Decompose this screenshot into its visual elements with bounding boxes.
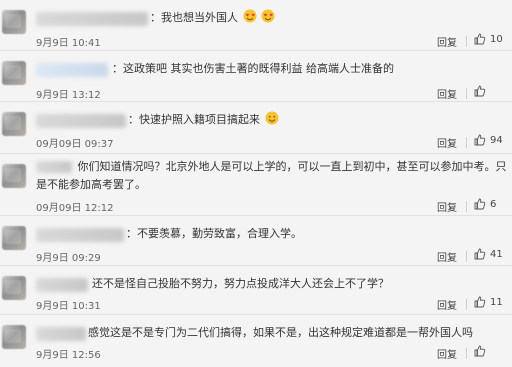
like-count: 41 (490, 248, 503, 260)
smile-emoji-icon (265, 111, 278, 125)
comment-text: 感觉这是不是专门为二代们搞得，如果不是，出这种规定难道都是一帮外国人吗 (88, 326, 473, 339)
reply-button[interactable]: 回复 (437, 297, 457, 312)
thumbs-up-icon (474, 296, 486, 308)
reply-button[interactable]: 回复 (437, 135, 457, 150)
action-separator (466, 251, 467, 262)
comment-divider (0, 265, 512, 266)
username-redacted[interactable] (36, 12, 148, 26)
comment-time: 09月09日 12:12 (36, 203, 114, 214)
comment-time: 9月9日 10:41 (36, 38, 101, 49)
comment-divider (0, 153, 512, 154)
comment-time: 09月09日 09:37 (36, 139, 114, 150)
reply-button[interactable]: 回复 (437, 34, 457, 49)
comment-text: ：我也想当外国人 (150, 9, 275, 27)
comment-text: ：这政策吧 其实也伤害土著的既得利益 给高端人士准备的 (112, 62, 394, 75)
avatar[interactable] (2, 61, 26, 85)
comment-divider (0, 215, 512, 216)
username-redacted[interactable] (36, 228, 124, 242)
comment-5: ：不要羡慕，勤劳致富，合理入学。 9月9日 09:29 回复 41 (0, 216, 512, 266)
reply-button[interactable]: 回复 (437, 346, 457, 361)
comment-content: ：我也想当外国人 (150, 11, 238, 24)
comment-1: ：我也想当外国人 9月9日 10:41 回复 10 (0, 0, 512, 50)
comment-time: 9月9日 09:29 (36, 253, 101, 264)
username-redacted[interactable] (36, 278, 88, 292)
comment-content: ：快速护照入籍项目搞起来 (128, 113, 260, 126)
action-separator (466, 201, 467, 212)
like-button[interactable] (474, 84, 512, 98)
comment-4: 你们知道情况吗？北京外地人是可以上学的，可以一直上到初中，甚至可以参加中考。只是… (0, 154, 512, 216)
avatar[interactable] (2, 164, 26, 188)
action-separator (466, 299, 467, 310)
avatar[interactable] (2, 10, 26, 34)
comment-text: 你们知道情况吗？北京外地人是可以上学的，可以一直上到初中，甚至可以参加中考。只是… (36, 158, 508, 194)
reply-button[interactable]: 回复 (437, 199, 457, 214)
reply-button[interactable]: 回复 (437, 249, 457, 264)
like-count: 6 (490, 198, 497, 210)
reply-button[interactable]: 回复 (437, 86, 457, 101)
comment-2: ：这政策吧 其实也伤害土著的既得利益 给高端人士准备的 9月9日 13:12 回… (0, 51, 512, 102)
avatar[interactable] (2, 112, 26, 136)
action-separator (466, 348, 467, 359)
username-redacted[interactable] (36, 327, 86, 341)
comment-7: 感觉这是不是专门为二代们搞得，如果不是，出这种规定难道都是一帮外国人吗 9月9日… (0, 315, 512, 367)
like-count: 94 (490, 134, 503, 146)
username-redacted[interactable] (36, 161, 72, 173)
avatar[interactable] (2, 276, 26, 300)
heart-eyes-emoji-icon (243, 9, 256, 23)
like-button[interactable]: 94 (474, 133, 512, 147)
thumbs-up-icon (474, 33, 486, 45)
comment-time: 9月9日 13:12 (36, 90, 101, 101)
action-separator (466, 137, 467, 148)
heart-eyes-emoji-icon (261, 9, 275, 23)
comment-feed: ：我也想当外国人 9月9日 10:41 回复 10 ：这政策吧 其实也伤害土著的… (0, 0, 512, 367)
like-button[interactable]: 6 (474, 197, 512, 211)
like-button[interactable] (474, 344, 512, 358)
thumbs-up-icon (474, 85, 486, 97)
username-redacted[interactable] (36, 63, 108, 77)
action-separator (466, 36, 467, 47)
comment-divider (0, 50, 512, 51)
avatar[interactable] (2, 226, 26, 250)
like-button[interactable]: 41 (474, 247, 512, 261)
thumbs-up-icon (474, 345, 486, 357)
comment-6: 还不是怪自己投胎不努力，努力点投成洋大人还会上不了学？ 9月9日 10:31 回… (0, 266, 512, 315)
comment-content: 你们知道情况吗？北京外地人是可以上学的，可以一直上到初中，甚至可以参加中考。只是… (36, 160, 507, 191)
thumbs-up-icon (474, 134, 486, 146)
like-button[interactable]: 11 (474, 295, 512, 309)
username-redacted[interactable] (36, 114, 126, 128)
like-count: 11 (490, 296, 503, 308)
comment-text: 还不是怪自己投胎不努力，努力点投成洋大人还会上不了学？ (92, 277, 389, 290)
thumbs-up-icon (474, 198, 486, 210)
like-count: 10 (490, 33, 503, 45)
comment-3: ：快速护照入籍项目搞起来 09月09日 09:37 回复 94 (0, 102, 512, 154)
action-separator (466, 88, 467, 99)
comment-text: ：快速护照入籍项目搞起来 (128, 111, 279, 129)
comment-divider (0, 314, 512, 315)
comment-divider (0, 101, 512, 102)
comment-time: 9月9日 12:56 (36, 350, 101, 361)
comment-text: ：不要羡慕，勤劳致富，合理入学。 (126, 227, 302, 240)
like-button[interactable]: 10 (474, 32, 512, 46)
avatar[interactable] (2, 325, 26, 349)
thumbs-up-icon (474, 248, 486, 260)
comment-time: 9月9日 10:31 (36, 301, 101, 312)
